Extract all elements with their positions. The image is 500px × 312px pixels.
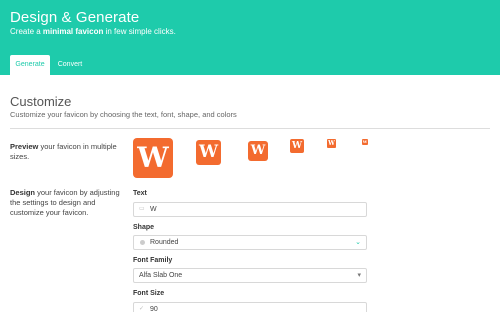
subtitle-highlight: minimal favicon: [42, 27, 104, 36]
text-icon: ▭: [139, 206, 145, 212]
favicon-preview-lg: W: [196, 140, 221, 165]
favicon-preview-xs: W: [327, 139, 336, 148]
font-size-value: 90: [150, 306, 158, 312]
app-title: Design & Generate: [10, 9, 140, 26]
favicon-preview-xl: W: [133, 138, 173, 178]
text-field-label: Text: [133, 190, 147, 197]
tab-convert[interactable]: Convert: [52, 55, 88, 75]
text-input[interactable]: ▭ W: [133, 202, 367, 217]
app-header: Design & Generate Create a minimal favic…: [0, 0, 500, 75]
section-title: Customize: [10, 94, 72, 109]
shape-select[interactable]: Rounded ⌄: [133, 235, 367, 250]
shape-select-value: Rounded: [150, 239, 179, 246]
design-label: Design your favicon by adjusting the set…: [10, 188, 120, 218]
section-description: Customize your favicon by choosing the t…: [10, 110, 237, 119]
subtitle-suffix: in few simple clicks.: [103, 27, 176, 36]
font-size-label: Font Size: [133, 290, 165, 297]
preview-label: Preview your favicon in multiple sizes.: [10, 142, 125, 162]
subtitle-prefix: Create a: [10, 27, 43, 36]
design-label-bold: Design: [10, 188, 36, 197]
chevron-down-icon: ▾: [357, 272, 361, 279]
tab-generate[interactable]: Generate: [10, 55, 50, 75]
font-size-input[interactable]: ✓ 90: [133, 302, 367, 312]
preview-label-bold: Preview: [10, 142, 39, 151]
favicon-preview-md: W: [248, 141, 268, 161]
text-input-value: W: [150, 206, 157, 213]
circle-icon: [140, 240, 145, 245]
divider: [10, 128, 490, 129]
font-family-value: Alfa Slab One: [139, 272, 183, 279]
favicon-preview-sm: W: [290, 139, 304, 153]
font-family-select[interactable]: Alfa Slab One ▾: [133, 268, 367, 283]
check-icon: ✓: [139, 306, 145, 312]
chevron-down-icon: ⌄: [355, 239, 361, 246]
favicon-preview-xxs: W: [362, 139, 368, 145]
app-subtitle: Create a minimal favicon in few simple c…: [10, 27, 176, 36]
shape-field-label: Shape: [133, 224, 155, 231]
font-family-label: Font Family: [133, 257, 173, 264]
